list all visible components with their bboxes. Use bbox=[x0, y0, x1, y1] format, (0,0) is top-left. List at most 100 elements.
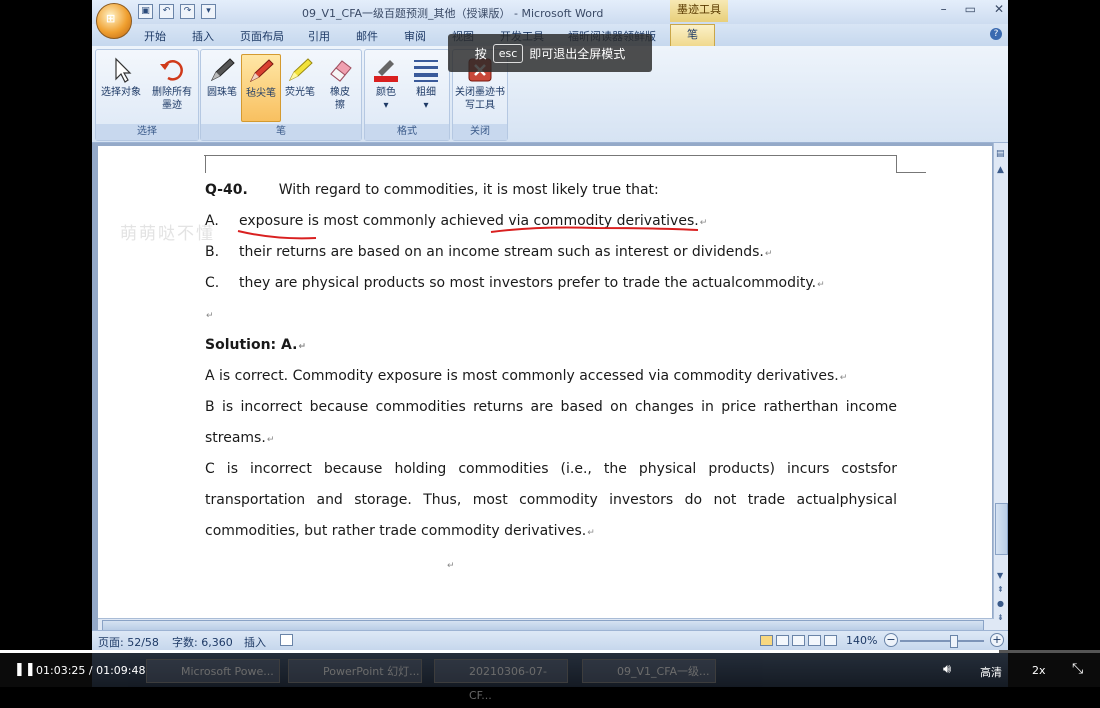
explanation-c-line2: transportation and storage. Thus, most c… bbox=[205, 492, 897, 508]
header-line bbox=[204, 155, 896, 156]
undo-eraser-icon bbox=[158, 56, 186, 84]
thickness-button[interactable]: 粗细 ▾ bbox=[407, 54, 445, 120]
group-pen: 圆珠笔 毡尖笔 荧光笔 橡皮擦 笔 bbox=[200, 49, 362, 141]
felt-pen-button[interactable]: 毡尖笔 bbox=[241, 54, 281, 122]
document-page[interactable]: 萌萌哒不懂 Q-40. With regard to commodities, … bbox=[98, 146, 992, 618]
thickness-icon bbox=[412, 56, 440, 84]
scroll-up-icon[interactable]: ▲ bbox=[997, 165, 1004, 175]
select-object-button[interactable]: 选择对象 bbox=[99, 54, 143, 120]
zoom-level[interactable]: 140% bbox=[846, 634, 877, 647]
help-icon[interactable]: ? bbox=[990, 28, 1002, 40]
explanation-b-line2: streams.↵ bbox=[205, 430, 274, 446]
taskbar-item-word[interactable]: 09_V1_CFA一级... bbox=[582, 659, 716, 683]
thickness-dropdown-icon[interactable]: ▾ bbox=[407, 99, 445, 112]
close-icon[interactable]: ✕ bbox=[994, 2, 1004, 16]
explanation-a: A is correct. Commodity exposure is most… bbox=[205, 368, 847, 384]
ballpoint-pen-button[interactable]: 圆珠笔 bbox=[203, 54, 241, 120]
highlighter-button[interactable]: 荧光笔 bbox=[281, 54, 319, 120]
vertical-scroll-thumb[interactable] bbox=[995, 503, 1008, 555]
ruler-toggle-icon[interactable]: ▤ bbox=[996, 149, 1005, 159]
solution-text: Solution: A. bbox=[205, 337, 298, 353]
paragraph-mark: ↵ bbox=[764, 249, 773, 259]
zoom-out-icon[interactable]: − bbox=[884, 633, 898, 647]
pause-icon[interactable]: ❚❚ bbox=[14, 662, 36, 677]
taskbar-item-powerpoint[interactable]: Microsoft Powe... bbox=[146, 659, 280, 683]
macro-record-icon[interactable] bbox=[280, 634, 293, 646]
option-c-letter: C. bbox=[205, 275, 220, 291]
fullscreen-exit-icon[interactable]: ⤡ bbox=[1072, 661, 1083, 677]
restore-icon[interactable]: ▭ bbox=[965, 2, 976, 16]
tab-page-layout[interactable]: 页面布局 bbox=[240, 28, 284, 44]
tab-home[interactable]: 开始 bbox=[144, 28, 166, 44]
paragraph-mark: ↵ bbox=[839, 373, 848, 383]
crop-mark-right bbox=[896, 155, 898, 172]
question-number: Q-40. bbox=[205, 182, 248, 198]
cursor-icon bbox=[107, 56, 135, 84]
speed-selector[interactable]: 2x bbox=[1032, 664, 1046, 677]
prev-page-icon[interactable]: ⇞ bbox=[997, 585, 1004, 594]
group-pen-title: 笔 bbox=[201, 124, 361, 140]
browse-object-icon[interactable]: ● bbox=[997, 599, 1004, 608]
option-b-letter: B. bbox=[205, 244, 220, 260]
thickness-label: 粗细 bbox=[416, 87, 436, 98]
full-screen-reading-view-icon[interactable] bbox=[776, 635, 789, 646]
zoom-slider[interactable] bbox=[900, 635, 984, 648]
esc-hint-suffix: 即可退出全屏模式 bbox=[529, 46, 626, 61]
word-window: ▣ ↶ ↷ ▾ 09_V1_CFA一级百题预测_其他（授课版） - Micros… bbox=[92, 0, 1008, 650]
paragraph-mark: ↵ bbox=[447, 561, 455, 571]
office-logo-icon: ⊞ bbox=[106, 12, 116, 25]
next-page-icon[interactable]: ⇟ bbox=[997, 613, 1004, 622]
ballpoint-pen-label: 圆珠笔 bbox=[207, 87, 237, 98]
outline-view-icon[interactable] bbox=[808, 635, 821, 646]
explanation-b-line2-text: streams. bbox=[205, 430, 266, 446]
group-close-title: 关闭 bbox=[453, 124, 507, 140]
tab-review[interactable]: 审阅 bbox=[404, 28, 426, 44]
web-layout-view-icon[interactable] bbox=[792, 635, 805, 646]
undo-icon[interactable]: ↶ bbox=[159, 4, 174, 19]
print-layout-view-icon[interactable] bbox=[760, 635, 773, 646]
taskbar-item-folder[interactable]: 20210306-07-CF... bbox=[434, 659, 568, 702]
minimize-icon[interactable]: – bbox=[941, 2, 947, 16]
volume-icon[interactable]: 🔊︎ bbox=[943, 662, 951, 677]
paragraph-mark: ↵ bbox=[206, 311, 214, 321]
zoom-slider-knob[interactable] bbox=[950, 635, 958, 648]
redo-icon[interactable]: ↷ bbox=[180, 4, 195, 19]
paragraph-mark: ↵ bbox=[587, 528, 595, 538]
group-format: 颜色 ▾ 粗细 ▾ 格式 bbox=[364, 49, 450, 141]
color-button[interactable]: 颜色 ▾ bbox=[367, 54, 405, 120]
felt-pen-label: 毡尖笔 bbox=[246, 88, 276, 99]
vertical-scrollbar[interactable]: ▤ ▲ ▼ ⇞ ● ⇟ bbox=[993, 143, 1008, 630]
tab-insert[interactable]: 插入 bbox=[192, 28, 214, 44]
quality-selector[interactable]: 高清 bbox=[980, 664, 1002, 680]
eraser-icon bbox=[326, 56, 354, 84]
status-insert-mode[interactable]: 插入 bbox=[244, 634, 266, 650]
solution-label: Solution: A.↵ bbox=[205, 337, 306, 353]
save-icon[interactable]: ▣ bbox=[138, 4, 153, 19]
scroll-down-icon[interactable]: ▼ bbox=[997, 571, 1003, 580]
tab-mailings[interactable]: 邮件 bbox=[356, 28, 378, 44]
watermark-text: 萌萌哒不懂 bbox=[120, 224, 215, 244]
playback-time: 01:03:25 / 01:09:48 bbox=[36, 664, 146, 677]
eraser-label: 橡皮擦 bbox=[330, 87, 350, 111]
status-page[interactable]: 页面: 52/58 bbox=[98, 634, 159, 650]
zoom-in-icon[interactable]: + bbox=[990, 633, 1004, 647]
office-button[interactable]: ⊞ bbox=[96, 3, 132, 39]
eraser-button[interactable]: 橡皮擦 bbox=[321, 54, 359, 120]
question-text: With regard to commodities, it is most l… bbox=[278, 182, 659, 198]
draft-view-icon[interactable] bbox=[824, 635, 837, 646]
delete-all-ink-button[interactable]: 删除所有墨迹 bbox=[148, 54, 196, 120]
delete-all-ink-label: 删除所有墨迹 bbox=[152, 87, 192, 111]
tab-pen[interactable]: 笔 bbox=[670, 24, 715, 47]
color-dropdown-icon[interactable]: ▾ bbox=[367, 99, 405, 112]
windows-taskbar: Microsoft Powe... PowerPoint 幻灯... 20210… bbox=[92, 653, 1008, 702]
qat-dropdown-icon[interactable]: ▾ bbox=[201, 4, 216, 19]
taskbar-item-slideshow[interactable]: PowerPoint 幻灯... bbox=[288, 659, 422, 683]
highlighter-label: 荧光笔 bbox=[285, 87, 315, 98]
explanation-a-text: A is correct. Commodity exposure is most… bbox=[205, 368, 839, 384]
esc-key-badge: esc bbox=[492, 43, 524, 63]
tab-references[interactable]: 引用 bbox=[308, 28, 330, 44]
explanation-c-line1: C is incorrect because holding commoditi… bbox=[205, 461, 897, 477]
status-words[interactable]: 字数: 6,360 bbox=[172, 634, 233, 650]
ink-underline bbox=[237, 226, 699, 240]
status-bar: 页面: 52/58 字数: 6,360 插入 140% − + bbox=[92, 630, 1008, 650]
